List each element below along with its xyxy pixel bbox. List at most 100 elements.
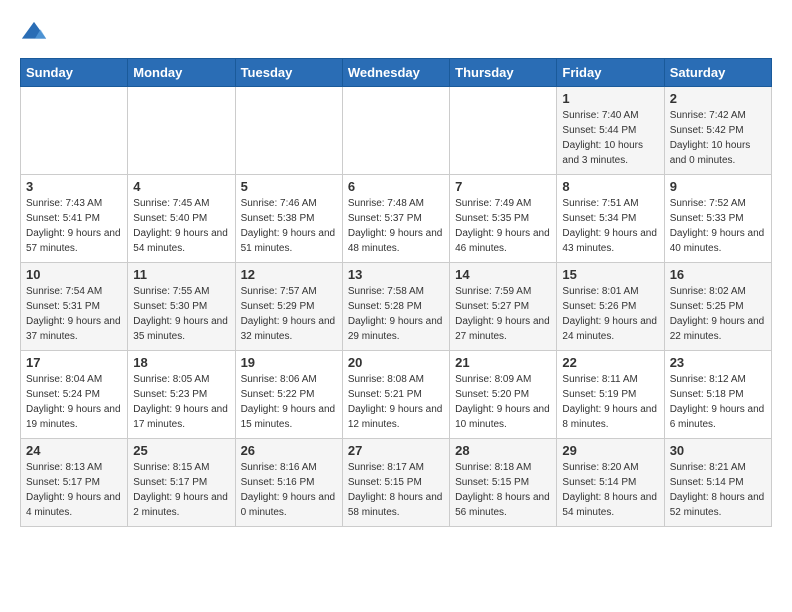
- calendar-cell: 1 Sunrise: 7:40 AMSunset: 5:44 PMDaylight…: [557, 87, 664, 175]
- calendar-cell: 13 Sunrise: 7:58 AMSunset: 5:28 PMDayligh…: [342, 263, 449, 351]
- day-number: 14: [455, 267, 551, 282]
- day-info: Sunrise: 8:16 AMSunset: 5:16 PMDaylight:…: [241, 460, 337, 520]
- calendar-cell: 2 Sunrise: 7:42 AMSunset: 5:42 PMDaylight…: [664, 87, 771, 175]
- day-info: Sunrise: 8:06 AMSunset: 5:22 PMDaylight:…: [241, 372, 337, 432]
- day-info: Sunrise: 8:21 AMSunset: 5:14 PMDaylight:…: [670, 460, 766, 520]
- day-number: 21: [455, 355, 551, 370]
- calendar-cell: [235, 87, 342, 175]
- calendar-cell: 22 Sunrise: 8:11 AMSunset: 5:19 PMDayligh…: [557, 351, 664, 439]
- day-number: 28: [455, 443, 551, 458]
- day-info: Sunrise: 8:09 AMSunset: 5:20 PMDaylight:…: [455, 372, 551, 432]
- header-day-friday: Friday: [557, 59, 664, 87]
- day-number: 2: [670, 91, 766, 106]
- day-number: 22: [562, 355, 658, 370]
- day-info: Sunrise: 7:52 AMSunset: 5:33 PMDaylight:…: [670, 196, 766, 256]
- calendar-cell: 21 Sunrise: 8:09 AMSunset: 5:20 PMDayligh…: [450, 351, 557, 439]
- day-number: 15: [562, 267, 658, 282]
- calendar-cell: 14Sunrise: 7:59 AMSunset: 5:27 PMDayligh…: [450, 263, 557, 351]
- calendar-cell: 4 Sunrise: 7:45 AMSunset: 5:40 PMDaylight…: [128, 175, 235, 263]
- day-info: Sunrise: 8:20 AMSunset: 5:14 PMDaylight:…: [562, 460, 658, 520]
- header-day-thursday: Thursday: [450, 59, 557, 87]
- day-number: 8: [562, 179, 658, 194]
- day-number: 6: [348, 179, 444, 194]
- day-number: 13: [348, 267, 444, 282]
- day-info: Sunrise: 7:42 AMSunset: 5:42 PMDaylight:…: [670, 108, 766, 168]
- calendar-cell: 5Sunrise: 7:46 AMSunset: 5:38 PMDaylight…: [235, 175, 342, 263]
- day-info: Sunrise: 7:55 AMSunset: 5:30 PMDaylight:…: [133, 284, 229, 344]
- day-number: 9: [670, 179, 766, 194]
- week-row-1: 1 Sunrise: 7:40 AMSunset: 5:44 PMDaylight…: [21, 87, 772, 175]
- day-info: Sunrise: 8:04 AMSunset: 5:24 PMDaylight:…: [26, 372, 122, 432]
- day-number: 23: [670, 355, 766, 370]
- day-info: Sunrise: 8:11 AMSunset: 5:19 PMDaylight:…: [562, 372, 658, 432]
- day-info: Sunrise: 8:12 AMSunset: 5:18 PMDaylight:…: [670, 372, 766, 432]
- day-info: Sunrise: 8:17 AMSunset: 5:15 PMDaylight:…: [348, 460, 444, 520]
- calendar-header: SundayMondayTuesdayWednesdayThursdayFrid…: [21, 59, 772, 87]
- header-day-sunday: Sunday: [21, 59, 128, 87]
- day-number: 10: [26, 267, 122, 282]
- day-number: 24: [26, 443, 122, 458]
- calendar-cell: 11 Sunrise: 7:55 AMSunset: 5:30 PMDayligh…: [128, 263, 235, 351]
- day-number: 30: [670, 443, 766, 458]
- day-info: Sunrise: 7:51 AMSunset: 5:34 PMDaylight:…: [562, 196, 658, 256]
- day-info: Sunrise: 7:54 AMSunset: 5:31 PMDaylight:…: [26, 284, 122, 344]
- day-info: Sunrise: 8:18 AMSunset: 5:15 PMDaylight:…: [455, 460, 551, 520]
- header-row: SundayMondayTuesdayWednesdayThursdayFrid…: [21, 59, 772, 87]
- day-number: 19: [241, 355, 337, 370]
- week-row-3: 10 Sunrise: 7:54 AMSunset: 5:31 PMDayligh…: [21, 263, 772, 351]
- week-row-5: 24 Sunrise: 8:13 AMSunset: 5:17 PMDayligh…: [21, 439, 772, 527]
- calendar-cell: 17 Sunrise: 8:04 AMSunset: 5:24 PMDayligh…: [21, 351, 128, 439]
- day-number: 1: [562, 91, 658, 106]
- calendar-cell: [342, 87, 449, 175]
- logo-icon: [20, 20, 48, 48]
- calendar-cell: 3 Sunrise: 7:43 AMSunset: 5:41 PMDaylight…: [21, 175, 128, 263]
- logo: [20, 20, 52, 48]
- day-info: Sunrise: 7:46 AMSunset: 5:38 PMDaylight:…: [241, 196, 337, 256]
- calendar-cell: [450, 87, 557, 175]
- calendar-cell: 19 Sunrise: 8:06 AMSunset: 5:22 PMDayligh…: [235, 351, 342, 439]
- day-number: 26: [241, 443, 337, 458]
- day-number: 29: [562, 443, 658, 458]
- day-info: Sunrise: 7:48 AMSunset: 5:37 PMDaylight:…: [348, 196, 444, 256]
- day-info: Sunrise: 7:45 AMSunset: 5:40 PMDaylight:…: [133, 196, 229, 256]
- calendar-cell: 24 Sunrise: 8:13 AMSunset: 5:17 PMDayligh…: [21, 439, 128, 527]
- calendar-cell: 30 Sunrise: 8:21 AMSunset: 5:14 PMDayligh…: [664, 439, 771, 527]
- calendar-cell: 7 Sunrise: 7:49 AMSunset: 5:35 PMDaylight…: [450, 175, 557, 263]
- day-number: 7: [455, 179, 551, 194]
- calendar-cell: 6 Sunrise: 7:48 AMSunset: 5:37 PMDaylight…: [342, 175, 449, 263]
- day-number: 3: [26, 179, 122, 194]
- week-row-2: 3 Sunrise: 7:43 AMSunset: 5:41 PMDaylight…: [21, 175, 772, 263]
- calendar-cell: 10 Sunrise: 7:54 AMSunset: 5:31 PMDayligh…: [21, 263, 128, 351]
- day-info: Sunrise: 8:02 AMSunset: 5:25 PMDaylight:…: [670, 284, 766, 344]
- header-day-tuesday: Tuesday: [235, 59, 342, 87]
- day-number: 12: [241, 267, 337, 282]
- day-number: 11: [133, 267, 229, 282]
- calendar-cell: 9 Sunrise: 7:52 AMSunset: 5:33 PMDaylight…: [664, 175, 771, 263]
- day-info: Sunrise: 7:49 AMSunset: 5:35 PMDaylight:…: [455, 196, 551, 256]
- calendar-cell: 27Sunrise: 8:17 AMSunset: 5:15 PMDayligh…: [342, 439, 449, 527]
- day-info: Sunrise: 7:43 AMSunset: 5:41 PMDaylight:…: [26, 196, 122, 256]
- week-row-4: 17 Sunrise: 8:04 AMSunset: 5:24 PMDayligh…: [21, 351, 772, 439]
- calendar-cell: 15Sunrise: 8:01 AMSunset: 5:26 PMDayligh…: [557, 263, 664, 351]
- calendar-cell: 25Sunrise: 8:15 AMSunset: 5:17 PMDayligh…: [128, 439, 235, 527]
- calendar-cell: 20Sunrise: 8:08 AMSunset: 5:21 PMDayligh…: [342, 351, 449, 439]
- page-header: [20, 20, 772, 48]
- header-day-wednesday: Wednesday: [342, 59, 449, 87]
- day-info: Sunrise: 8:13 AMSunset: 5:17 PMDaylight:…: [26, 460, 122, 520]
- day-info: Sunrise: 7:40 AMSunset: 5:44 PMDaylight:…: [562, 108, 658, 168]
- day-info: Sunrise: 7:58 AMSunset: 5:28 PMDaylight:…: [348, 284, 444, 344]
- calendar-cell: 28 Sunrise: 8:18 AMSunset: 5:15 PMDayligh…: [450, 439, 557, 527]
- calendar-table: SundayMondayTuesdayWednesdayThursdayFrid…: [20, 58, 772, 527]
- day-number: 16: [670, 267, 766, 282]
- calendar-cell: 18 Sunrise: 8:05 AMSunset: 5:23 PMDayligh…: [128, 351, 235, 439]
- day-number: 4: [133, 179, 229, 194]
- header-day-saturday: Saturday: [664, 59, 771, 87]
- day-number: 20: [348, 355, 444, 370]
- day-number: 17: [26, 355, 122, 370]
- day-number: 18: [133, 355, 229, 370]
- calendar-cell: 12Sunrise: 7:57 AMSunset: 5:29 PMDayligh…: [235, 263, 342, 351]
- calendar-cell: 26 Sunrise: 8:16 AMSunset: 5:16 PMDayligh…: [235, 439, 342, 527]
- day-info: Sunrise: 8:05 AMSunset: 5:23 PMDaylight:…: [133, 372, 229, 432]
- calendar-cell: 23 Sunrise: 8:12 AMSunset: 5:18 PMDayligh…: [664, 351, 771, 439]
- calendar-cell: 16 Sunrise: 8:02 AMSunset: 5:25 PMDayligh…: [664, 263, 771, 351]
